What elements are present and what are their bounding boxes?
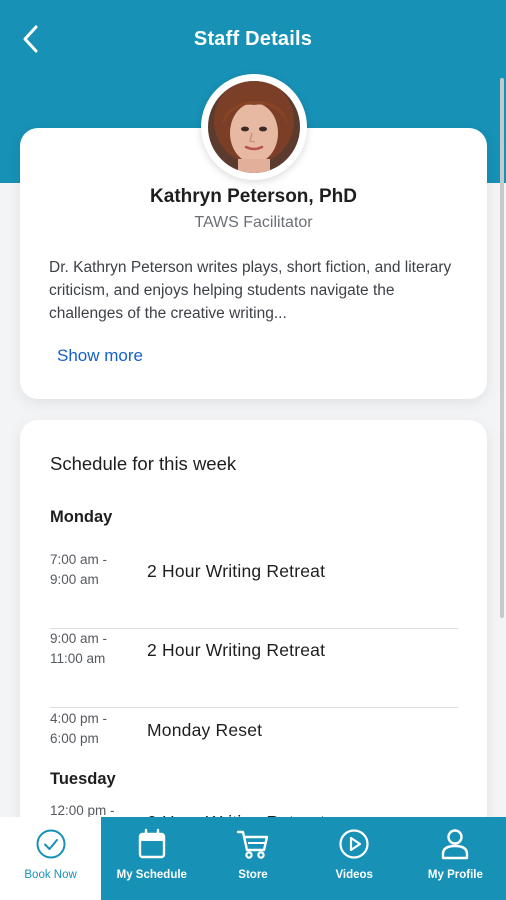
slot-time-end: 6:00 pm [50,731,99,746]
day-label-monday: Monday [50,508,113,526]
slot-class-name: 2 Hour Writing Retreat [147,561,326,581]
slot-time: 9:00 am - 11:00 am [50,629,130,669]
slot-time-start: 4:00 pm - [50,711,108,726]
tab-book-now[interactable]: Book Now [0,817,102,900]
slot-time-end: 9:00 am [50,572,99,587]
tab-my-schedule[interactable]: My Schedule [101,817,202,900]
schedule-title: Schedule for this week [50,453,237,474]
cart-icon [236,827,270,861]
tab-label: Store [238,869,268,881]
slot-time-start: 9:00 am - [50,631,108,646]
avatar-ring [201,74,307,180]
slot-time: 7:00 am - 9:00 am [50,550,130,590]
calendar-icon [135,827,169,861]
tab-videos[interactable]: Videos [304,817,405,900]
page-title: Staff Details [193,28,313,50]
user-icon [438,827,472,861]
schedule-slot[interactable]: 4:00 pm - 6:00 pm Monday Reset [50,709,458,769]
tab-label: Book Now [24,869,77,881]
scrollbar[interactable] [500,78,504,618]
tab-my-profile[interactable]: My Profile [405,817,506,900]
staff-bio: Dr. Kathryn Peterson writes plays, short… [49,259,452,322]
schedule-card: Schedule for this week Monday 7:00 am - … [20,420,487,840]
slot-class-name: 2 Hour Writing Retreat [147,640,326,660]
schedule-slot[interactable]: 7:00 am - 9:00 am 2 Hour Writing Retreat [50,550,458,629]
schedule-slot[interactable]: 9:00 am - 11:00 am 2 Hour Writing Retrea… [50,629,458,708]
slot-divider [50,707,458,708]
tab-label: My Schedule [116,869,187,881]
slot-class-name: Monday Reset [147,720,263,740]
check-circle-icon [34,827,68,861]
staff-name: Kathryn Peterson, PhD [150,186,357,207]
staff-role: TAWS Facilitator [194,214,313,231]
avatar [208,81,300,173]
tab-label: Videos [335,869,373,881]
bottom-tab-bar: Book Now My Schedule Store Videos My Pro… [0,817,506,900]
show-more-link[interactable]: Show more [57,346,143,366]
day-label-tuesday: Tuesday [50,770,116,788]
play-circle-icon [337,827,371,861]
slot-time-start: 7:00 am - [50,552,108,567]
tab-label: My Profile [427,869,483,881]
slot-time: 4:00 pm - 6:00 pm [50,709,130,749]
slot-time-end: 11:00 am [50,651,106,666]
tab-store[interactable]: Store [202,817,303,900]
